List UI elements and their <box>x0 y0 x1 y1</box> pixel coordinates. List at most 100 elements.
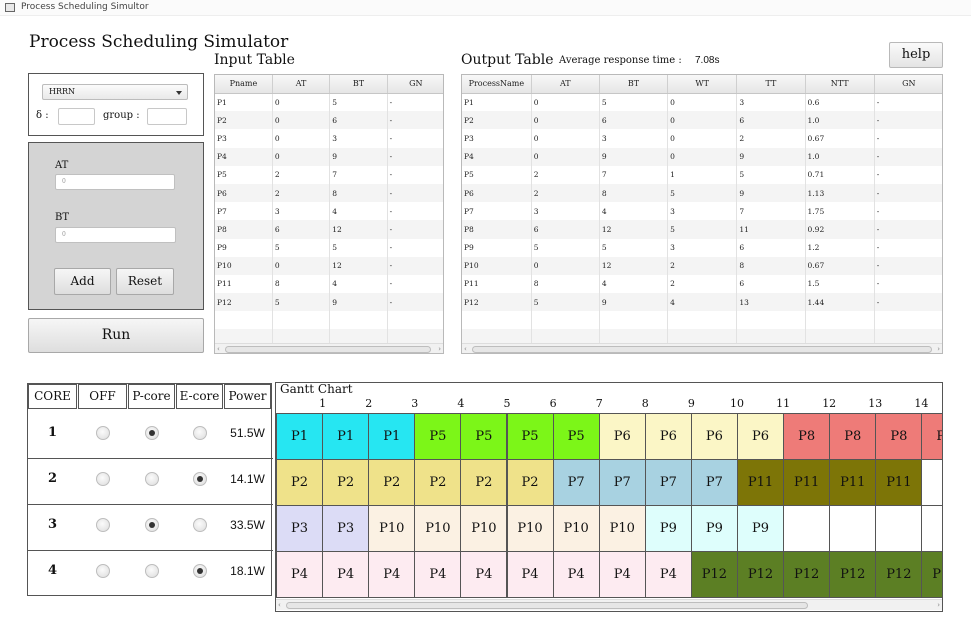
group-input[interactable] <box>147 108 187 125</box>
table-row[interactable]: P8 6 12 5 11 0.92- <box>462 220 942 239</box>
output-table-hscrollbar[interactable]: ‹ › <box>462 343 942 353</box>
column-header[interactable]: AT <box>272 75 331 94</box>
table-row[interactable]: P12 5 9- <box>215 293 443 312</box>
table-row[interactable]: P9 5 5- <box>215 238 443 257</box>
table-row[interactable]: P3 0 3 0 2 0.67- <box>462 129 942 148</box>
gantt-block: P5 <box>506 413 554 460</box>
core-3-p-core-radio[interactable] <box>144 518 159 532</box>
scrollbar-thumb[interactable] <box>225 346 431 353</box>
table-row[interactable]: P3 0 3- <box>215 129 443 148</box>
core-3-off-radio[interactable] <box>95 518 110 532</box>
table-row[interactable]: P9 5 5 3 6 1.2- <box>462 238 942 257</box>
run-button[interactable]: Run <box>28 318 204 353</box>
core-grid-header: E-core <box>176 384 223 409</box>
gantt-block: P2 <box>460 459 508 506</box>
table-cell: 2 <box>531 165 600 184</box>
table-cell: 6 <box>736 274 806 294</box>
table-cell: 5 <box>272 293 331 312</box>
table-cell: 2 <box>667 274 738 294</box>
table-row[interactable]: P10 0 12 2 8 0.67- <box>462 256 942 275</box>
scroll-right-icon[interactable]: › <box>937 601 940 609</box>
table-cell: - <box>874 111 942 130</box>
gantt-tick-label: 10 <box>730 397 744 410</box>
gantt-block: P6 <box>737 413 785 460</box>
column-header[interactable]: BT <box>329 75 388 94</box>
reset-button[interactable]: Reset <box>116 268 174 295</box>
table-cell: 8 <box>531 274 600 294</box>
bt-input[interactable]: 0 <box>55 227 176 243</box>
core-4-p-core-radio[interactable] <box>144 564 159 578</box>
table-row[interactable]: P4 0 9- <box>215 147 443 166</box>
core-1-off-radio[interactable] <box>95 426 110 440</box>
core-power-value: 14.1W <box>230 472 265 486</box>
table-row[interactable]: P8 6 12- <box>215 220 443 239</box>
table-row[interactable]: P12 5 9 4 13 1.44- <box>462 293 942 312</box>
table-row[interactable]: P1 0 5- <box>215 93 443 112</box>
table-row[interactable]: P2 0 6- <box>215 111 443 130</box>
table-row[interactable]: P10 0 12- <box>215 256 443 275</box>
table-row[interactable]: P11 8 4- <box>215 274 443 294</box>
core-4-off-radio[interactable] <box>95 564 110 578</box>
core-2-off-radio[interactable] <box>95 472 110 486</box>
table-cell: 7 <box>329 165 388 184</box>
scroll-left-icon[interactable]: ‹ <box>278 601 281 609</box>
scroll-right-icon[interactable]: › <box>937 345 940 353</box>
scroll-left-icon[interactable]: ‹ <box>217 345 220 353</box>
at-input[interactable]: 0 <box>55 174 175 190</box>
table-cell: P10 <box>462 256 532 275</box>
scroll-left-icon[interactable]: ‹ <box>464 345 467 353</box>
table-cell: 5 <box>329 238 388 257</box>
column-header[interactable]: NTT <box>805 75 875 94</box>
gantt-tick-label: 2 <box>365 397 373 410</box>
core-power-value: 33.5W <box>230 518 265 532</box>
empty-row <box>462 311 942 330</box>
table-row[interactable]: P7 3 4- <box>215 202 443 221</box>
column-header[interactable]: GN <box>387 75 443 94</box>
column-header[interactable]: TT <box>736 75 806 94</box>
add-button[interactable]: Add <box>54 268 111 295</box>
table-row[interactable]: P4 0 9 0 9 1.0- <box>462 147 942 166</box>
gantt-hscrollbar[interactable]: ‹ › <box>276 599 942 610</box>
column-header[interactable]: Pname <box>215 75 273 94</box>
gantt-block: P4 <box>322 551 370 598</box>
core-row-divider <box>27 550 273 551</box>
table-cell: - <box>874 256 942 275</box>
column-header[interactable]: GN <box>874 75 942 94</box>
table-row[interactable]: P5 2 7- <box>215 165 443 184</box>
scroll-right-icon[interactable]: › <box>438 345 441 353</box>
table-row[interactable]: P1 0 5 0 3 0.6- <box>462 93 942 112</box>
table-row[interactable]: P5 2 7 1 5 0.71- <box>462 165 942 184</box>
column-header[interactable]: WT <box>667 75 738 94</box>
core-1-p-core-radio[interactable] <box>144 426 159 440</box>
table-cell: 2 <box>272 183 331 203</box>
table-row[interactable]: P11 8 4 2 6 1.5- <box>462 274 942 294</box>
core-4-e-core-radio[interactable] <box>192 564 207 578</box>
table-row[interactable]: P6 2 8 5 9 1.13- <box>462 183 942 203</box>
gantt-tick-label: 12 <box>822 397 837 410</box>
delta-input[interactable] <box>58 108 95 125</box>
table-cell: P4 <box>215 147 273 166</box>
table-cell: 1.2 <box>805 238 875 257</box>
gantt-block: P10 <box>552 505 600 552</box>
window-title: Process Scheduling Simultor <box>21 2 149 12</box>
algorithm-dropdown[interactable]: HRRN <box>42 84 188 100</box>
table-cell: 3 <box>599 129 669 148</box>
core-1-e-core-radio[interactable] <box>192 426 207 440</box>
table-row[interactable]: P6 2 8- <box>215 183 443 203</box>
gantt-block: P12 <box>783 551 831 598</box>
gantt-block: P4 <box>506 551 554 598</box>
core-2-e-core-radio[interactable] <box>192 472 207 486</box>
scrollbar-thumb[interactable] <box>472 346 932 353</box>
input-table-hscrollbar[interactable]: ‹ › <box>215 343 443 353</box>
scrollbar-thumb[interactable] <box>286 602 808 609</box>
table-row[interactable]: P7 3 4 3 7 1.75- <box>462 202 942 221</box>
column-header[interactable]: AT <box>531 75 600 94</box>
column-header[interactable]: ProcessName <box>462 75 532 94</box>
table-row[interactable]: P2 0 6 0 6 1.0- <box>462 111 942 130</box>
help-button[interactable]: help <box>889 42 943 68</box>
column-header[interactable]: BT <box>599 75 669 94</box>
empty-cell <box>329 311 388 330</box>
gantt-block: P4 <box>644 551 692 598</box>
core-3-e-core-radio[interactable] <box>192 518 207 532</box>
core-2-p-core-radio[interactable] <box>144 472 159 486</box>
